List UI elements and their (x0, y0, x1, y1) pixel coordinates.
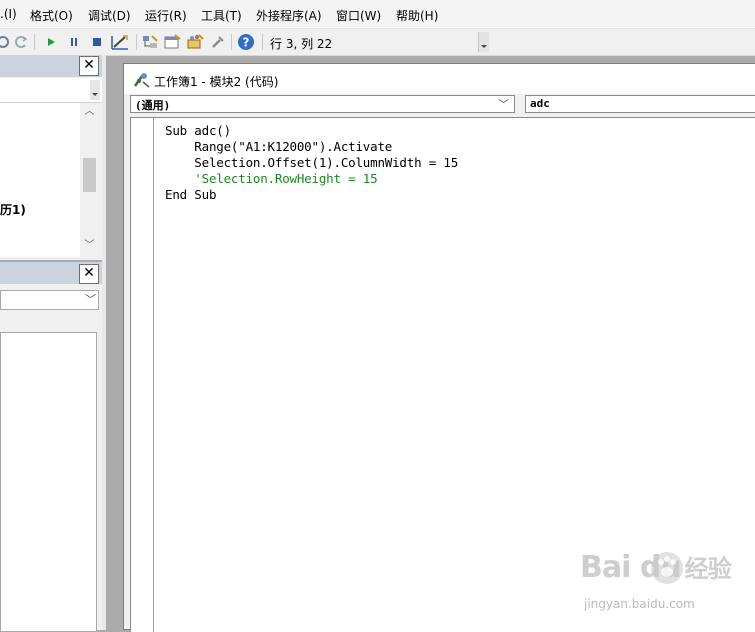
cursor-position-status: 行 3, 列 22 (270, 37, 333, 51)
menu-tools[interactable]: 工具(T) (201, 7, 242, 24)
menu-run[interactable]: 运行(R) (145, 7, 187, 24)
scroll-down-icon[interactable]: ﹀ (81, 239, 98, 253)
baidu-watermark: Bai du 经验 jingyan.baidu.com (580, 545, 755, 625)
chevron-down-icon: ﹀ (85, 293, 96, 306)
margin-indicator-bar[interactable] (131, 118, 154, 632)
design-mode-icon[interactable] (111, 33, 129, 51)
properties-grid[interactable] (0, 332, 97, 632)
menu-window[interactable]: 窗口(W) (336, 7, 381, 24)
toolbar-overflow-button[interactable] (478, 32, 489, 52)
code-window-title: 工作簿1 - 模块2 (代码) (154, 75, 279, 89)
module-icon (133, 73, 150, 88)
panel-splitter[interactable] (102, 55, 106, 630)
project-tree-scrollbar[interactable]: ︿ ﹀ (81, 103, 98, 257)
toolbar-separator (231, 34, 232, 50)
stop-icon[interactable] (88, 33, 106, 51)
toolbox-icon[interactable] (209, 33, 227, 51)
standard-toolbar: ? 行 3, 列 22 (0, 29, 755, 56)
object-browser-icon[interactable] (186, 33, 204, 51)
undo-icon[interactable] (0, 33, 12, 51)
scroll-thumb[interactable] (83, 158, 96, 192)
chevron-down-icon: ﹀ (498, 98, 509, 111)
toolbar-separator (34, 34, 35, 50)
code-line[interactable]: End Sub (165, 187, 216, 202)
watermark-url: jingyan.baidu.com (584, 597, 695, 611)
toolbar-separator (136, 34, 137, 50)
procedure-combo[interactable]: adc (525, 95, 755, 113)
object-combo[interactable]: (通用) ﹀ (130, 95, 515, 113)
code-window-titlebar: 工作簿1 - 模块2 (代码) (124, 64, 755, 94)
code-line[interactable]: Range("A1:K12000").Activate (165, 139, 392, 154)
code-line[interactable]: Sub adc() (165, 123, 231, 138)
run-icon[interactable] (42, 33, 60, 51)
project-tree[interactable]: 历1) (0, 103, 80, 257)
properties-titlebar: ✕ (0, 262, 102, 284)
svg-text:?: ? (243, 36, 250, 50)
help-icon[interactable]: ? (237, 33, 255, 51)
menu-format[interactable]: 格式(O) (30, 7, 73, 24)
close-icon[interactable]: ✕ (79, 56, 99, 76)
menu-bar: .(I) 格式(O) 调试(D) 运行(R) 工具(T) 外接程序(A) 窗口(… (0, 0, 755, 29)
code-line[interactable]: Selection.Offset(1).ColumnWidth = 15 (165, 155, 458, 170)
menu-insert[interactable]: .(I) (0, 7, 17, 21)
project-explorer-titlebar: ✕ (0, 55, 102, 77)
toolbar-separator (262, 34, 263, 50)
procedure-combo-value: adc (530, 97, 550, 110)
properties-window-icon[interactable] (163, 33, 181, 51)
object-combo-value: (通用) (135, 99, 171, 112)
object-select[interactable]: ﹀ (0, 290, 99, 310)
scroll-up-icon[interactable]: ︿ (81, 105, 98, 119)
redo-icon[interactable] (12, 33, 30, 51)
code-line-comment[interactable]: 'Selection.RowHeight = 15 (165, 171, 377, 186)
menu-help[interactable]: 帮助(H) (396, 7, 438, 24)
close-icon[interactable]: ✕ (79, 264, 99, 284)
toolbar-overflow-button[interactable] (90, 80, 100, 100)
paw-logo-icon (651, 552, 683, 584)
project-explorer-toolbar (0, 78, 102, 103)
properties-panel: ✕ ﹀ (0, 262, 102, 632)
menu-debug[interactable]: 调试(D) (88, 7, 131, 24)
menu-addins[interactable]: 外接程序(A) (256, 7, 322, 24)
pause-icon[interactable] (65, 33, 83, 51)
tree-node-label[interactable]: 历1) (0, 201, 26, 218)
project-explorer-panel: ✕ 历1) ︿ ﹀ (0, 55, 102, 260)
project-explorer-icon[interactable] (141, 33, 159, 51)
